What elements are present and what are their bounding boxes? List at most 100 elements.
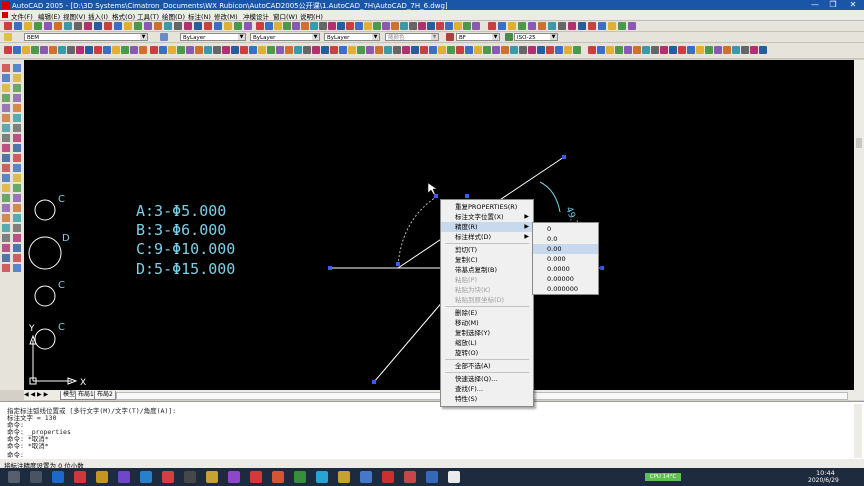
draw-tool-icon[interactable] (2, 124, 10, 132)
menu-die-design[interactable]: 冲模设计 (243, 11, 269, 21)
modify-tool-icon[interactable] (94, 46, 102, 54)
dimension-tool-icon[interactable] (714, 46, 722, 54)
command-scrollbar[interactable] (854, 404, 862, 458)
toolbar-tool-icon[interactable] (445, 22, 453, 30)
tab-nav-arrows-icon[interactable]: ◀ ◀ ▶ ▶ (24, 391, 48, 398)
toolbar-tool-icon[interactable] (114, 22, 122, 30)
precision-option[interactable]: 0.00 (533, 244, 598, 254)
menu-file[interactable]: 文件(F) (11, 11, 33, 21)
context-menu-item[interactable]: 带基点复制(B) (441, 265, 533, 275)
toolbar-tool-icon[interactable] (598, 22, 606, 30)
text-style-combo[interactable]: BF ▼ (456, 33, 500, 41)
toolbar-tool-icon[interactable] (224, 22, 232, 30)
angled-line[interactable] (373, 299, 445, 383)
draw-tool-icon[interactable] (519, 46, 527, 54)
draw-tool-icon[interactable] (2, 234, 10, 242)
toolbar-tool-icon[interactable] (301, 22, 309, 30)
draw-tool-icon[interactable] (2, 114, 10, 122)
toolbar-tool-icon[interactable] (94, 22, 102, 30)
toolbar-tool-icon[interactable] (34, 22, 42, 30)
dimension-tool-icon[interactable] (732, 46, 740, 54)
dimension-tool-icon[interactable] (651, 46, 659, 54)
hole-circle[interactable] (34, 328, 56, 350)
toolbar-tool-icon[interactable] (578, 22, 586, 30)
taskbar-app-icon[interactable] (228, 471, 240, 483)
draw-tool-icon[interactable] (537, 46, 545, 54)
taskbar-app-icon[interactable] (184, 471, 196, 483)
dim-style-icon[interactable] (505, 33, 513, 41)
toolbar-tool-icon[interactable] (548, 22, 556, 30)
linetype-combo[interactable]: ByLayer ▼ (250, 33, 320, 41)
context-menu-item[interactable]: 全部不选(A) (441, 361, 533, 371)
snap-tool-icon[interactable] (411, 46, 419, 54)
modify-tool-icon[interactable] (22, 46, 30, 54)
menu-window[interactable]: 窗口(W) (273, 11, 298, 21)
chevron-down-icon[interactable]: ▼ (238, 34, 245, 40)
hole-circle[interactable] (34, 285, 56, 307)
chevron-down-icon[interactable]: ▼ (550, 34, 557, 40)
draw-tool-icon[interactable] (13, 64, 21, 72)
toolbar-tool-icon[interactable] (518, 22, 526, 30)
snap-tool-icon[interactable] (231, 46, 239, 54)
taskbar-app-icon[interactable] (360, 471, 372, 483)
draw-tool-icon[interactable] (13, 74, 21, 82)
toolbar-tool-icon[interactable] (364, 22, 372, 30)
toolbar-tool-icon[interactable] (4, 22, 12, 30)
snap-tool-icon[interactable] (168, 46, 176, 54)
windows-start-icon[interactable] (8, 471, 20, 483)
dimension-tool-icon[interactable] (741, 46, 749, 54)
toolbar-tool-icon[interactable] (144, 22, 152, 30)
draw-tool-icon[interactable] (13, 244, 21, 252)
command-prompt[interactable]: 命令: (7, 449, 24, 459)
chevron-down-icon[interactable]: ▼ (372, 34, 379, 40)
taskbar-app-icon[interactable] (74, 471, 86, 483)
draw-tool-icon[interactable] (2, 194, 10, 202)
snap-tool-icon[interactable] (285, 46, 293, 54)
menu-insert[interactable]: 插入(I) (88, 11, 108, 21)
draw-tool-icon[interactable] (13, 204, 21, 212)
dimension-tool-icon[interactable] (606, 46, 614, 54)
toolbar-tool-icon[interactable] (472, 22, 480, 30)
toolbar-tool-icon[interactable] (558, 22, 566, 30)
snap-tool-icon[interactable] (366, 46, 374, 54)
angular-dimension-arc[interactable] (539, 181, 561, 213)
draw-tool-icon[interactable] (2, 84, 10, 92)
context-menu-item[interactable]: 特性(S) (441, 394, 533, 404)
chevron-down-icon[interactable]: ▼ (492, 34, 499, 40)
clock-time[interactable]: 10:44 (816, 469, 835, 477)
snap-tool-icon[interactable] (348, 46, 356, 54)
context-menu-item[interactable]: 查找(F)... (441, 384, 533, 394)
toolbar-tool-icon[interactable] (628, 22, 636, 30)
toolbar-tool-icon[interactable] (400, 22, 408, 30)
context-menu-item[interactable]: 复制(C) (441, 255, 533, 265)
draw-tool-icon[interactable] (2, 74, 10, 82)
text-style-icon[interactable] (446, 33, 454, 41)
toolbar-tool-icon[interactable] (164, 22, 172, 30)
chevron-down-icon[interactable]: ▼ (140, 34, 147, 40)
modify-tool-icon[interactable] (67, 46, 75, 54)
modify-tool-icon[interactable] (76, 46, 84, 54)
grip[interactable] (328, 266, 332, 270)
draw-tool-icon[interactable] (13, 174, 21, 182)
autocad-app-icon[interactable] (2, 1, 10, 9)
toolbar-tool-icon[interactable] (346, 22, 354, 30)
draw-tool-icon[interactable] (2, 224, 10, 232)
chevron-down-icon[interactable]: ▼ (431, 34, 438, 40)
draw-tool-icon[interactable] (2, 204, 10, 212)
context-menu-item[interactable]: 缩放(L) (441, 338, 533, 348)
draw-tool-icon[interactable] (13, 104, 21, 112)
draw-tool-icon[interactable] (13, 214, 21, 222)
draw-tool-icon[interactable] (13, 164, 21, 172)
color-combo[interactable]: ByLayer ▼ (180, 33, 246, 41)
toolbar-tool-icon[interactable] (174, 22, 182, 30)
draw-tool-icon[interactable] (492, 46, 500, 54)
toolbar-tool-icon[interactable] (373, 22, 381, 30)
dimension-tool-icon[interactable] (750, 46, 758, 54)
context-menu-item[interactable]: 标注文字位置(X) ▶ (441, 212, 533, 222)
snap-tool-icon[interactable] (195, 46, 203, 54)
toolbar-tool-icon[interactable] (64, 22, 72, 30)
grip[interactable] (562, 155, 566, 159)
draw-tool-icon[interactable] (13, 184, 21, 192)
grip[interactable] (465, 194, 469, 198)
draw-tool-icon[interactable] (2, 264, 10, 272)
